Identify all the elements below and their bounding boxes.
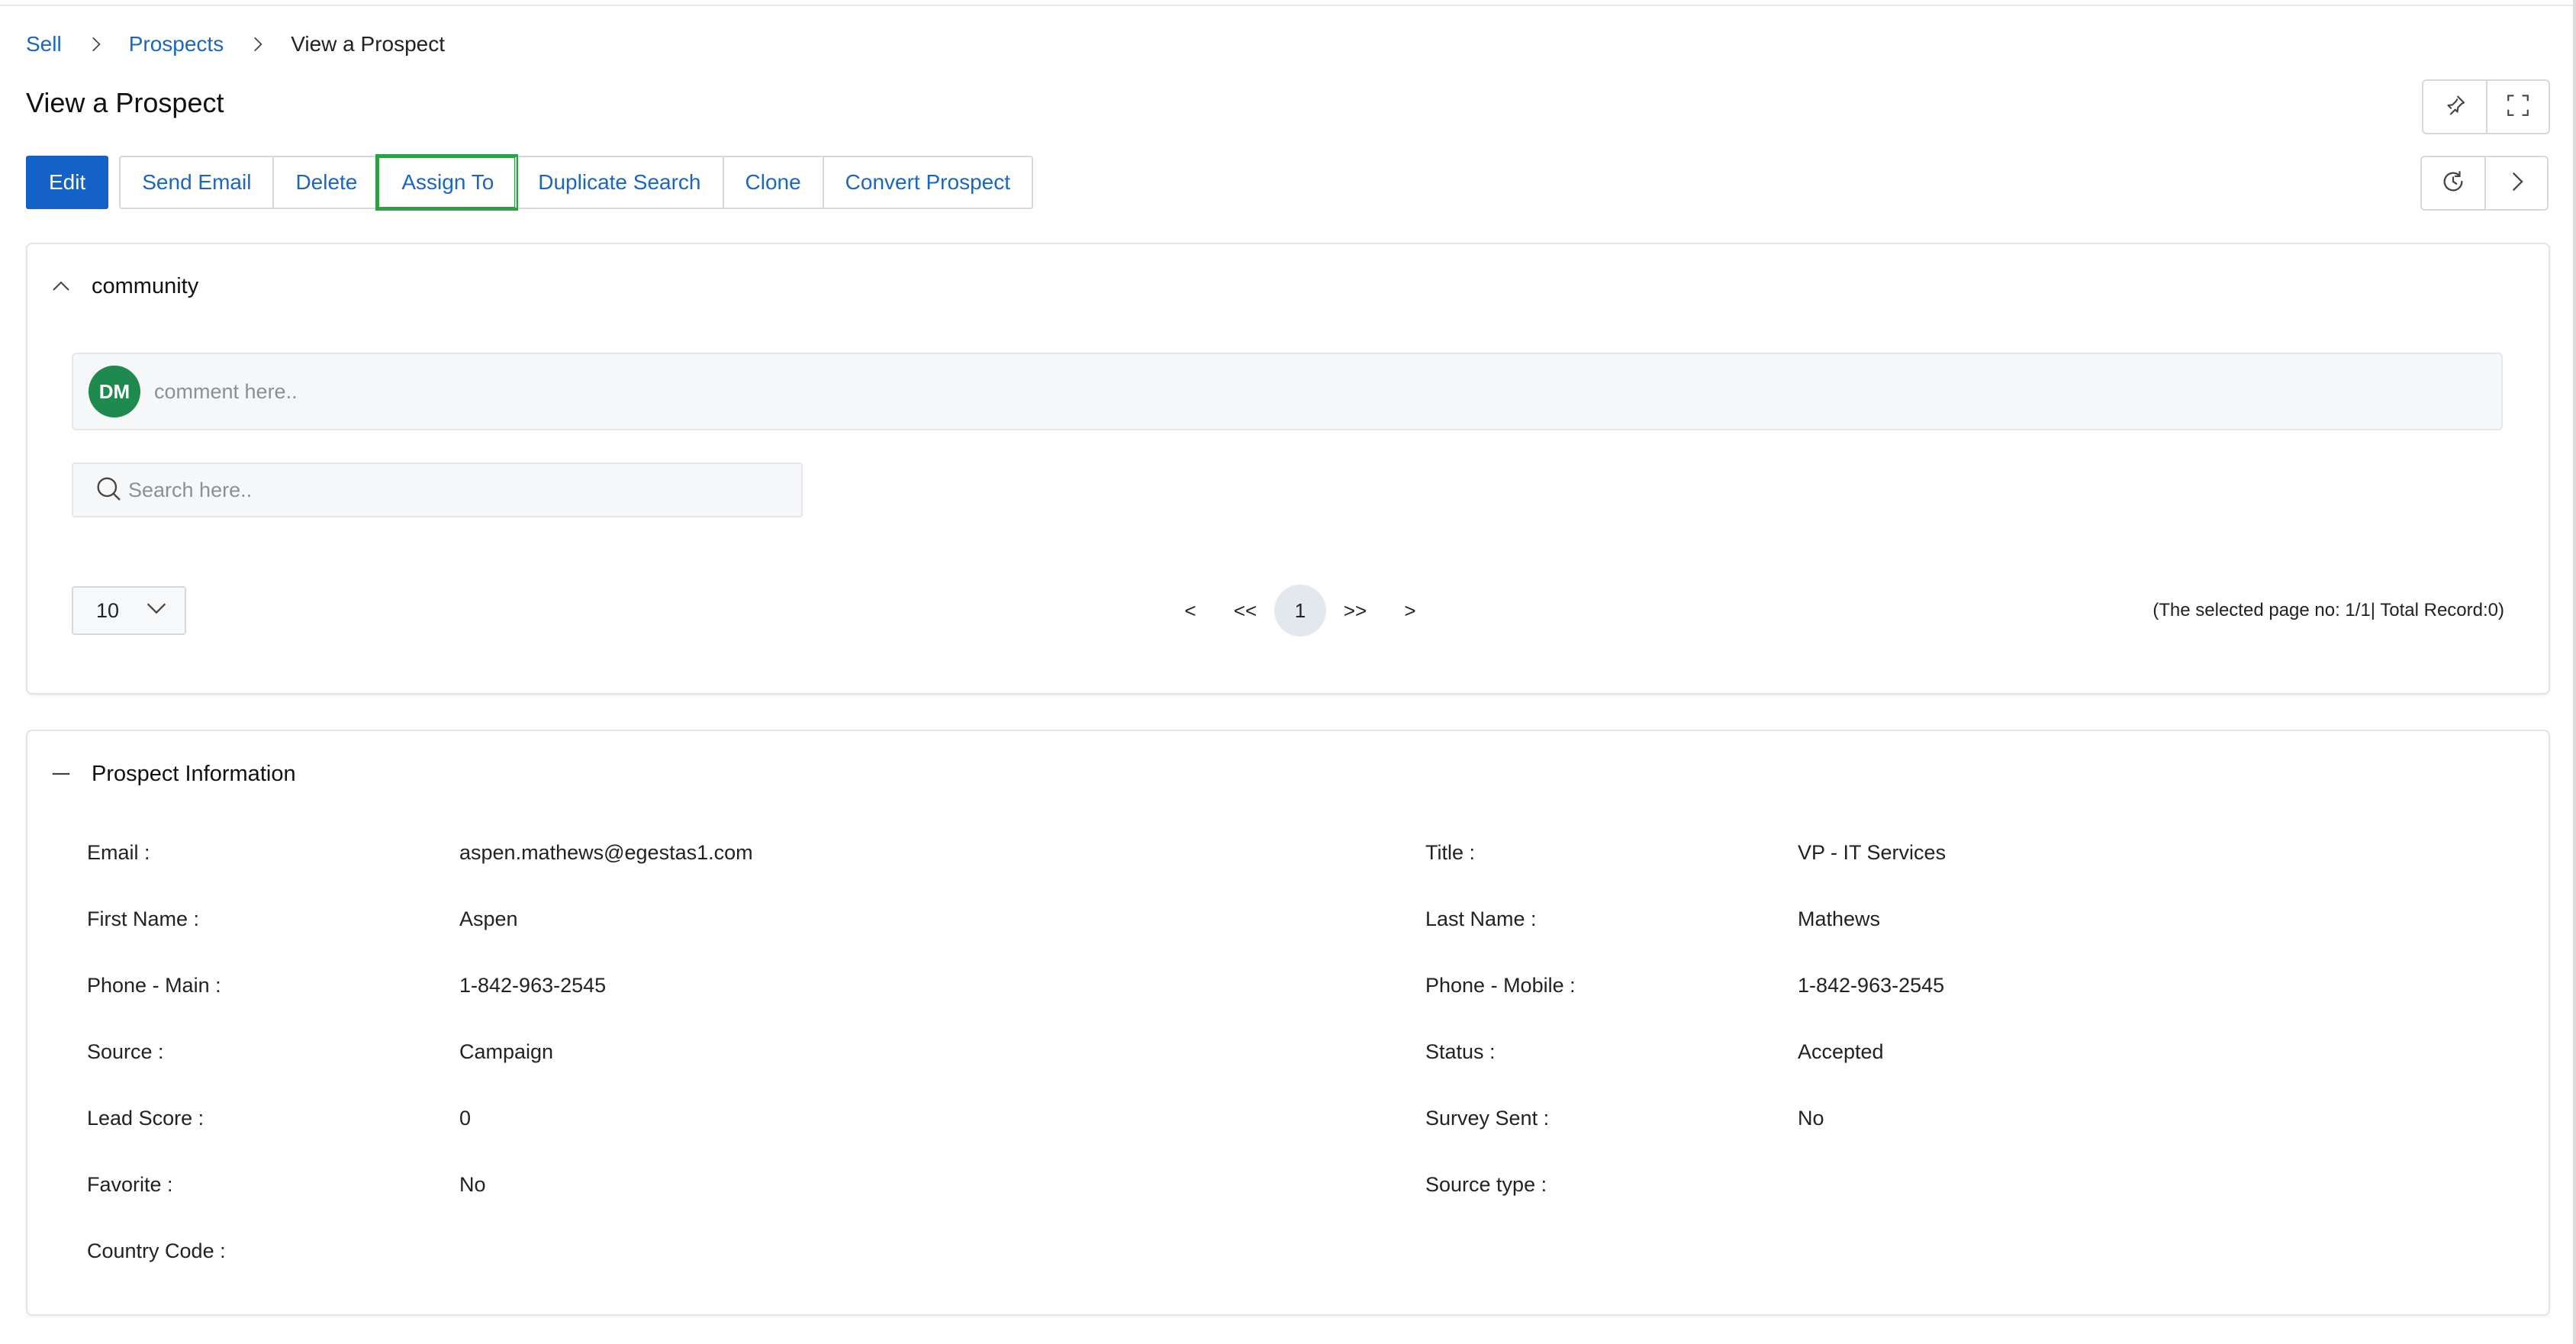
collapse-icon[interactable] — [47, 760, 75, 788]
page: Sell Prospects View a Prospect View a Pr… — [0, 0, 2576, 1344]
favorite-value: No — [459, 1173, 486, 1196]
favorite-label: Favorite : — [87, 1173, 173, 1196]
source-value: Campaign — [459, 1040, 554, 1063]
status-label: Status : — [1425, 1040, 1496, 1063]
assign-to-button[interactable]: Assign To — [375, 154, 519, 211]
next-record-button[interactable] — [2484, 157, 2547, 209]
send-email-button[interactable]: Send Email — [121, 157, 272, 208]
top-border — [0, 0, 2576, 6]
survey-sent-label: Survey Sent : — [1425, 1107, 1550, 1130]
email-label: Email : — [87, 841, 150, 864]
action-button-group: Send Email Delete Assign To Duplicate Se… — [119, 154, 1033, 211]
view-options-group — [2422, 79, 2550, 134]
first-name-label: First Name : — [87, 907, 200, 930]
prospect-info-panel: Prospect Information Email : aspen.mathe… — [26, 730, 2550, 1316]
avatar: DM — [89, 366, 140, 417]
community-panel: community DM 10 < << 1 >> > (The selecte… — [26, 243, 2550, 695]
phone-mobile-value: 1-842-963-2545 — [1798, 974, 1945, 997]
chevron-right-icon — [2504, 169, 2529, 198]
source-label: Source : — [87, 1040, 164, 1063]
source-type-label: Source type : — [1425, 1173, 1547, 1196]
history-icon — [2440, 169, 2466, 198]
country-code-label: Country Code : — [87, 1239, 226, 1262]
breadcrumb: Sell Prospects View a Prospect — [26, 29, 445, 60]
fullscreen-icon — [2505, 92, 2531, 122]
delete-button[interactable]: Delete — [272, 157, 378, 208]
page-size-value: 10 — [96, 598, 120, 622]
breadcrumb-sell[interactable]: Sell — [26, 32, 62, 56]
first-name-value: Aspen — [459, 907, 518, 930]
phone-mobile-label: Phone - Mobile : — [1425, 974, 1576, 997]
lead-score-label: Lead Score : — [87, 1107, 204, 1130]
search-icon — [93, 473, 128, 508]
community-title: community — [92, 273, 199, 298]
chevron-right-icon — [80, 29, 111, 60]
chevron-down-icon — [143, 595, 169, 627]
chevron-up-icon[interactable] — [47, 272, 75, 300]
prospect-info-title: Prospect Information — [92, 761, 296, 786]
convert-prospect-button[interactable]: Convert Prospect — [822, 157, 1032, 208]
pin-icon — [2442, 92, 2468, 122]
survey-sent-value: No — [1798, 1107, 1824, 1130]
search-box — [72, 463, 803, 517]
lead-score-value: 0 — [459, 1107, 472, 1130]
community-header: community — [27, 244, 2549, 328]
record-info: (The selected page no: 1/1| Total Record… — [2153, 600, 2504, 620]
comment-input[interactable] — [154, 379, 2367, 404]
page-size-select[interactable]: 10 — [72, 586, 186, 635]
window-edge — [2573, 0, 2576, 1344]
page-title: View a Prospect — [26, 87, 224, 118]
status-value: Accepted — [1798, 1040, 1884, 1063]
email-value: aspen.mathews@egestas1.com — [459, 841, 753, 864]
phone-main-label: Phone - Main : — [87, 974, 221, 997]
breadcrumb-prospects[interactable]: Prospects — [129, 32, 224, 56]
pagination: < << 1 >> > — [1163, 585, 1438, 637]
fullscreen-button[interactable] — [2486, 81, 2549, 133]
last-name-label: Last Name : — [1425, 907, 1537, 930]
clone-button[interactable]: Clone — [722, 157, 823, 208]
pager-prev-button[interactable]: < — [1164, 585, 1216, 637]
title-value: VP - IT Services — [1798, 841, 1946, 864]
prospect-info-header: Prospect Information — [27, 731, 2549, 817]
title-label: Title : — [1425, 841, 1476, 864]
breadcrumb-current: View a Prospect — [291, 32, 446, 56]
phone-main-value: 1-842-963-2545 — [459, 974, 607, 997]
pager-first-button[interactable]: << — [1219, 585, 1271, 637]
pin-button[interactable] — [2423, 81, 2486, 133]
duplicate-search-button[interactable]: Duplicate Search — [515, 157, 722, 208]
edit-button[interactable]: Edit — [26, 156, 109, 209]
record-nav-group — [2420, 156, 2549, 211]
pager-next-button[interactable]: > — [1384, 585, 1436, 637]
pager-last-button[interactable]: >> — [1329, 585, 1381, 637]
history-button[interactable] — [2422, 157, 2484, 209]
comment-box: DM — [72, 353, 2503, 430]
search-input[interactable] — [128, 478, 784, 502]
chevron-right-icon — [242, 29, 272, 60]
last-name-value: Mathews — [1798, 907, 1881, 930]
action-toolbar: Edit Send Email Delete Assign To Duplica… — [26, 154, 1033, 211]
pager-page-1[interactable]: 1 — [1274, 585, 1326, 637]
